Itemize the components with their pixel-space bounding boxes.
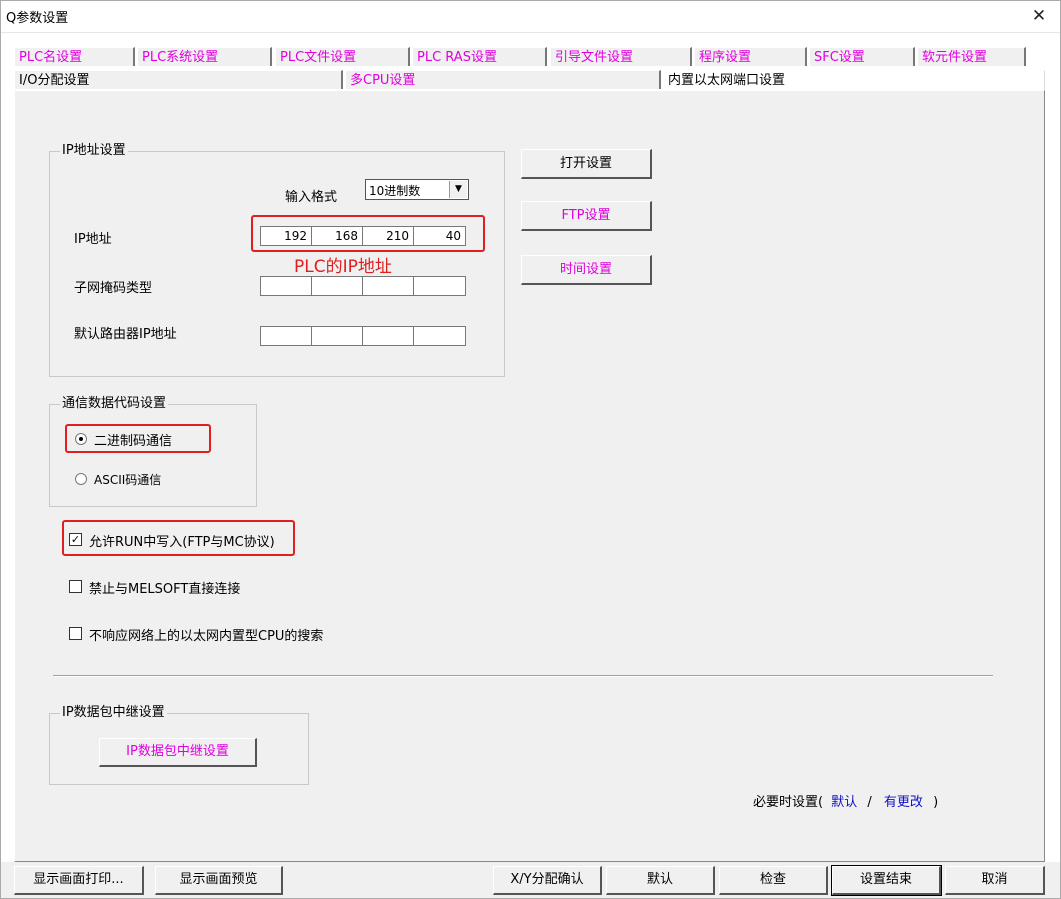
- footer-default-link[interactable]: 默认: [831, 795, 857, 810]
- comm-code-group: 通信数据代码设置 二进制码通信 ASCII码通信: [49, 396, 257, 507]
- tab-program[interactable]: 程序设置: [694, 47, 807, 66]
- relay-title: IP数据包中继设置: [60, 705, 167, 721]
- tab-row-2: I/O分配设置 多CPU设置 内置以太网端口设置: [14, 70, 1045, 91]
- binary-highlight-box: [65, 424, 211, 453]
- divider: [53, 675, 993, 677]
- gateway-field[interactable]: [260, 326, 466, 346]
- ascii-label[interactable]: ASCII码通信: [94, 471, 161, 488]
- close-icon[interactable]: ✕: [1024, 4, 1054, 28]
- subnet-mask-label: 子网掩码类型: [74, 281, 153, 296]
- preview-screen-button[interactable]: 显示画面预览: [155, 866, 283, 895]
- ip-address-label: IP地址: [74, 232, 112, 247]
- prohibit-melsoft-checkbox[interactable]: [69, 580, 82, 593]
- tab-plc-system[interactable]: PLC系统设置: [137, 47, 272, 66]
- tab-sfc[interactable]: SFC设置: [809, 47, 915, 66]
- subnet-octet-4[interactable]: [414, 277, 465, 295]
- no-search-response-checkbox[interactable]: [69, 627, 82, 640]
- cancel-button[interactable]: 取消: [945, 866, 1045, 895]
- open-settings-button[interactable]: 打开设置: [521, 149, 652, 179]
- tab-multi-cpu[interactable]: 多CPU设置: [345, 70, 661, 89]
- input-format-label: 输入格式: [285, 190, 338, 205]
- input-format-value: 10进制数: [369, 184, 421, 198]
- tab-plc-file[interactable]: PLC文件设置: [275, 47, 410, 66]
- tab-row-1: PLC名设置 PLC系统设置 PLC文件设置 PLC RAS设置 引导文件设置 …: [14, 47, 1045, 66]
- subnet-octet-2[interactable]: [312, 277, 363, 295]
- subnet-octet-1[interactable]: [261, 277, 312, 295]
- gateway-octet-4[interactable]: [414, 327, 465, 345]
- subnet-mask-field[interactable]: [260, 276, 466, 296]
- subnet-octet-3[interactable]: [363, 277, 414, 295]
- xy-assignment-button[interactable]: X/Y分配确认: [493, 866, 602, 895]
- tab-boot-file[interactable]: 引导文件设置: [550, 47, 692, 66]
- comm-code-title: 通信数据代码设置: [60, 396, 169, 412]
- gateway-label: 默认路由器IP地址: [74, 327, 177, 342]
- relay-settings-button[interactable]: IP数据包中继设置: [99, 738, 257, 767]
- no-search-response-label[interactable]: 不响应网络上的以太网内置型CPU的搜索: [89, 625, 323, 644]
- settings-panel: IP地址设置 输入格式 10进制数 ▼ IP地址 192 168 210 40 …: [14, 90, 1045, 862]
- input-format-select[interactable]: 10进制数 ▼: [365, 179, 469, 200]
- ip-highlight-box: [251, 215, 485, 252]
- tab-io-assignment[interactable]: I/O分配设置: [14, 70, 343, 89]
- ip-annotation: PLC的IP地址: [294, 257, 392, 277]
- gateway-octet-3[interactable]: [363, 327, 414, 345]
- window-title: Q参数设置: [6, 11, 69, 26]
- tab-device[interactable]: 软元件设置: [917, 47, 1026, 66]
- ascii-radio[interactable]: [75, 473, 87, 485]
- relay-group: IP数据包中继设置 IP数据包中继设置: [49, 705, 309, 785]
- time-settings-button[interactable]: 时间设置: [521, 255, 652, 285]
- prohibit-melsoft-label[interactable]: 禁止与MELSOFT直接连接: [89, 578, 240, 597]
- title-bar: Q参数设置 ✕: [0, 0, 1061, 33]
- gateway-octet-2[interactable]: [312, 327, 363, 345]
- tab-builtin-ethernet[interactable]: 内置以太网端口设置: [663, 70, 1045, 91]
- footer-prefix: 必要时设置(: [753, 795, 824, 810]
- footer-slash: /: [867, 795, 872, 810]
- bottom-bar: 显示画面打印... 显示画面预览 X/Y分配确认 默认 检查 设置结束 取消: [0, 862, 1061, 899]
- ftp-settings-button[interactable]: FTP设置: [521, 201, 652, 231]
- print-screen-button[interactable]: 显示画面打印...: [14, 866, 144, 895]
- finish-settings-button[interactable]: 设置结束: [831, 865, 942, 896]
- footer-suffix: ): [933, 795, 939, 810]
- default-button[interactable]: 默认: [606, 866, 715, 895]
- footer-note: 必要时设置( 默认 / 有更改 ): [753, 791, 938, 810]
- check-button[interactable]: 检查: [719, 866, 828, 895]
- ip-settings-title: IP地址设置: [60, 143, 128, 159]
- tab-plc-name[interactable]: PLC名设置: [14, 47, 135, 66]
- run-write-highlight-box: [62, 520, 295, 556]
- gateway-octet-1[interactable]: [261, 327, 312, 345]
- tab-plc-ras[interactable]: PLC RAS设置: [412, 47, 547, 66]
- ip-settings-group: IP地址设置 输入格式 10进制数 ▼ IP地址 192 168 210 40 …: [49, 143, 505, 377]
- footer-changed-link[interactable]: 有更改: [884, 795, 923, 810]
- chevron-down-icon[interactable]: ▼: [449, 181, 467, 198]
